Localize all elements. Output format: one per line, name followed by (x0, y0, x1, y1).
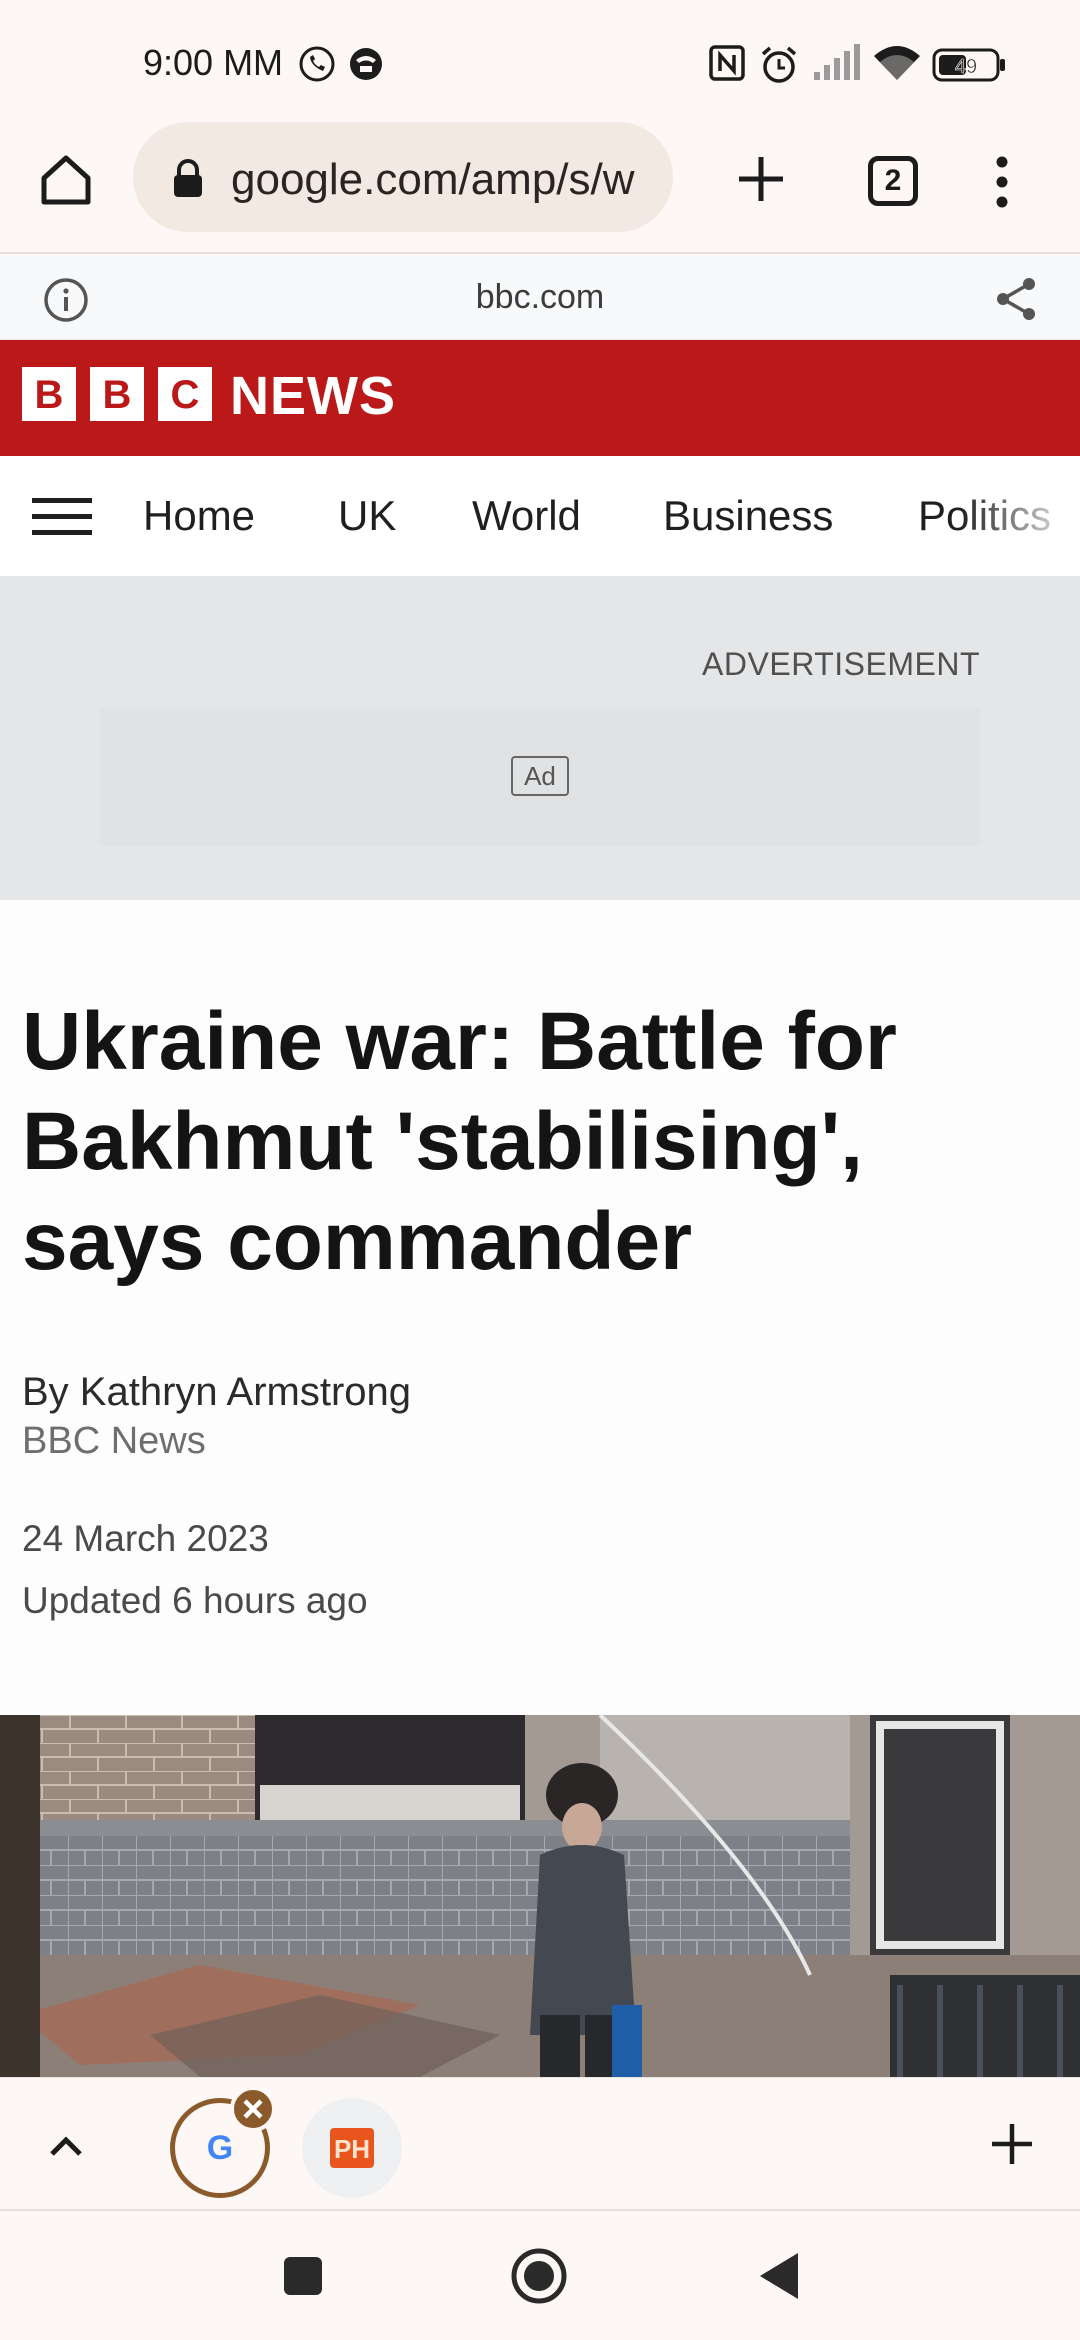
article-photo[interactable] (0, 1715, 1080, 2077)
nav-item-home[interactable]: Home (143, 492, 255, 540)
new-tab-plus-icon[interactable] (734, 152, 788, 211)
hamburger-menu-icon[interactable] (32, 496, 92, 543)
nav-fade-overlay (960, 456, 1080, 576)
svg-text:G: G (207, 2129, 233, 2167)
status-bar: 9:00 MM 49 (0, 0, 1080, 120)
wifi-icon (872, 44, 922, 87)
nav-item-business[interactable]: Business (663, 492, 833, 540)
svg-text:49: 49 (955, 56, 977, 78)
back-triangle-icon[interactable] (758, 2251, 800, 2306)
share-icon[interactable] (994, 276, 1038, 327)
article-headline: Ukraine war: Battle for Bakhmut 'stabili… (22, 996, 897, 1287)
battery-icon: 49 (932, 48, 1008, 87)
article-updated: Updated 6 hours ago (22, 1580, 368, 1621)
tab-switcher-button[interactable]: 2 (868, 156, 918, 206)
custom-tab-domain-bar: bbc.com (0, 256, 1080, 340)
nav-item-uk[interactable]: UK (338, 492, 396, 540)
article-author: By Kathryn Armstrong (22, 1370, 412, 1414)
article-organisation: BBC News (22, 1420, 206, 1462)
alarm-icon (758, 44, 800, 91)
system-navigation-bar (0, 2211, 1080, 2340)
signal-icon (812, 44, 860, 87)
bbc-logo-letter: B (90, 367, 144, 421)
lock-icon (171, 158, 205, 203)
ad-badge: Ad (511, 756, 569, 796)
bbc-news-wordmark: NEWS (230, 366, 396, 426)
advertisement-area: ADVERTISEMENT Ad (0, 576, 1080, 900)
url-text: google.com/amp/s/w (231, 155, 635, 204)
tab-ph[interactable]: PH (302, 2098, 402, 2198)
more-vert-icon[interactable] (990, 152, 1014, 217)
plus-icon[interactable] (990, 2122, 1034, 2171)
nav-item-world[interactable]: World (472, 492, 581, 540)
article-header: Ukraine war: Battle for Bakhmut 'stabili… (0, 900, 1080, 1715)
advertisement-label: ADVERTISEMENT (702, 646, 980, 682)
ad-slot[interactable]: Ad (100, 708, 980, 846)
chevron-up-icon[interactable] (46, 2128, 86, 2167)
close-icon[interactable] (230, 2086, 276, 2132)
home-icon[interactable] (36, 150, 96, 215)
bbc-section-nav: Home UK World Business Politics (0, 456, 1080, 576)
circle-icon[interactable] (510, 2247, 568, 2310)
bbc-logo-letter: C (158, 367, 212, 421)
bbc-logo-letter: B (22, 367, 76, 421)
square-icon[interactable] (282, 2255, 324, 2302)
status-time: 9:00 MM (143, 42, 284, 83)
article-date: 24 March 2023 (22, 1518, 269, 1559)
nfc-icon (708, 44, 746, 87)
bbc-news-header: B B C NEWS (0, 340, 1080, 456)
bottom-tab-strip: G PH (0, 2077, 1080, 2211)
browser-toolbar: google.com/amp/s/w 2 (0, 120, 1080, 254)
vpn-icon (346, 44, 386, 89)
phone-call-icon (297, 44, 337, 89)
svg-text:PH: PH (334, 2134, 370, 2164)
domain-text: bbc.com (475, 278, 605, 316)
url-bar[interactable]: google.com/amp/s/w (133, 122, 673, 232)
